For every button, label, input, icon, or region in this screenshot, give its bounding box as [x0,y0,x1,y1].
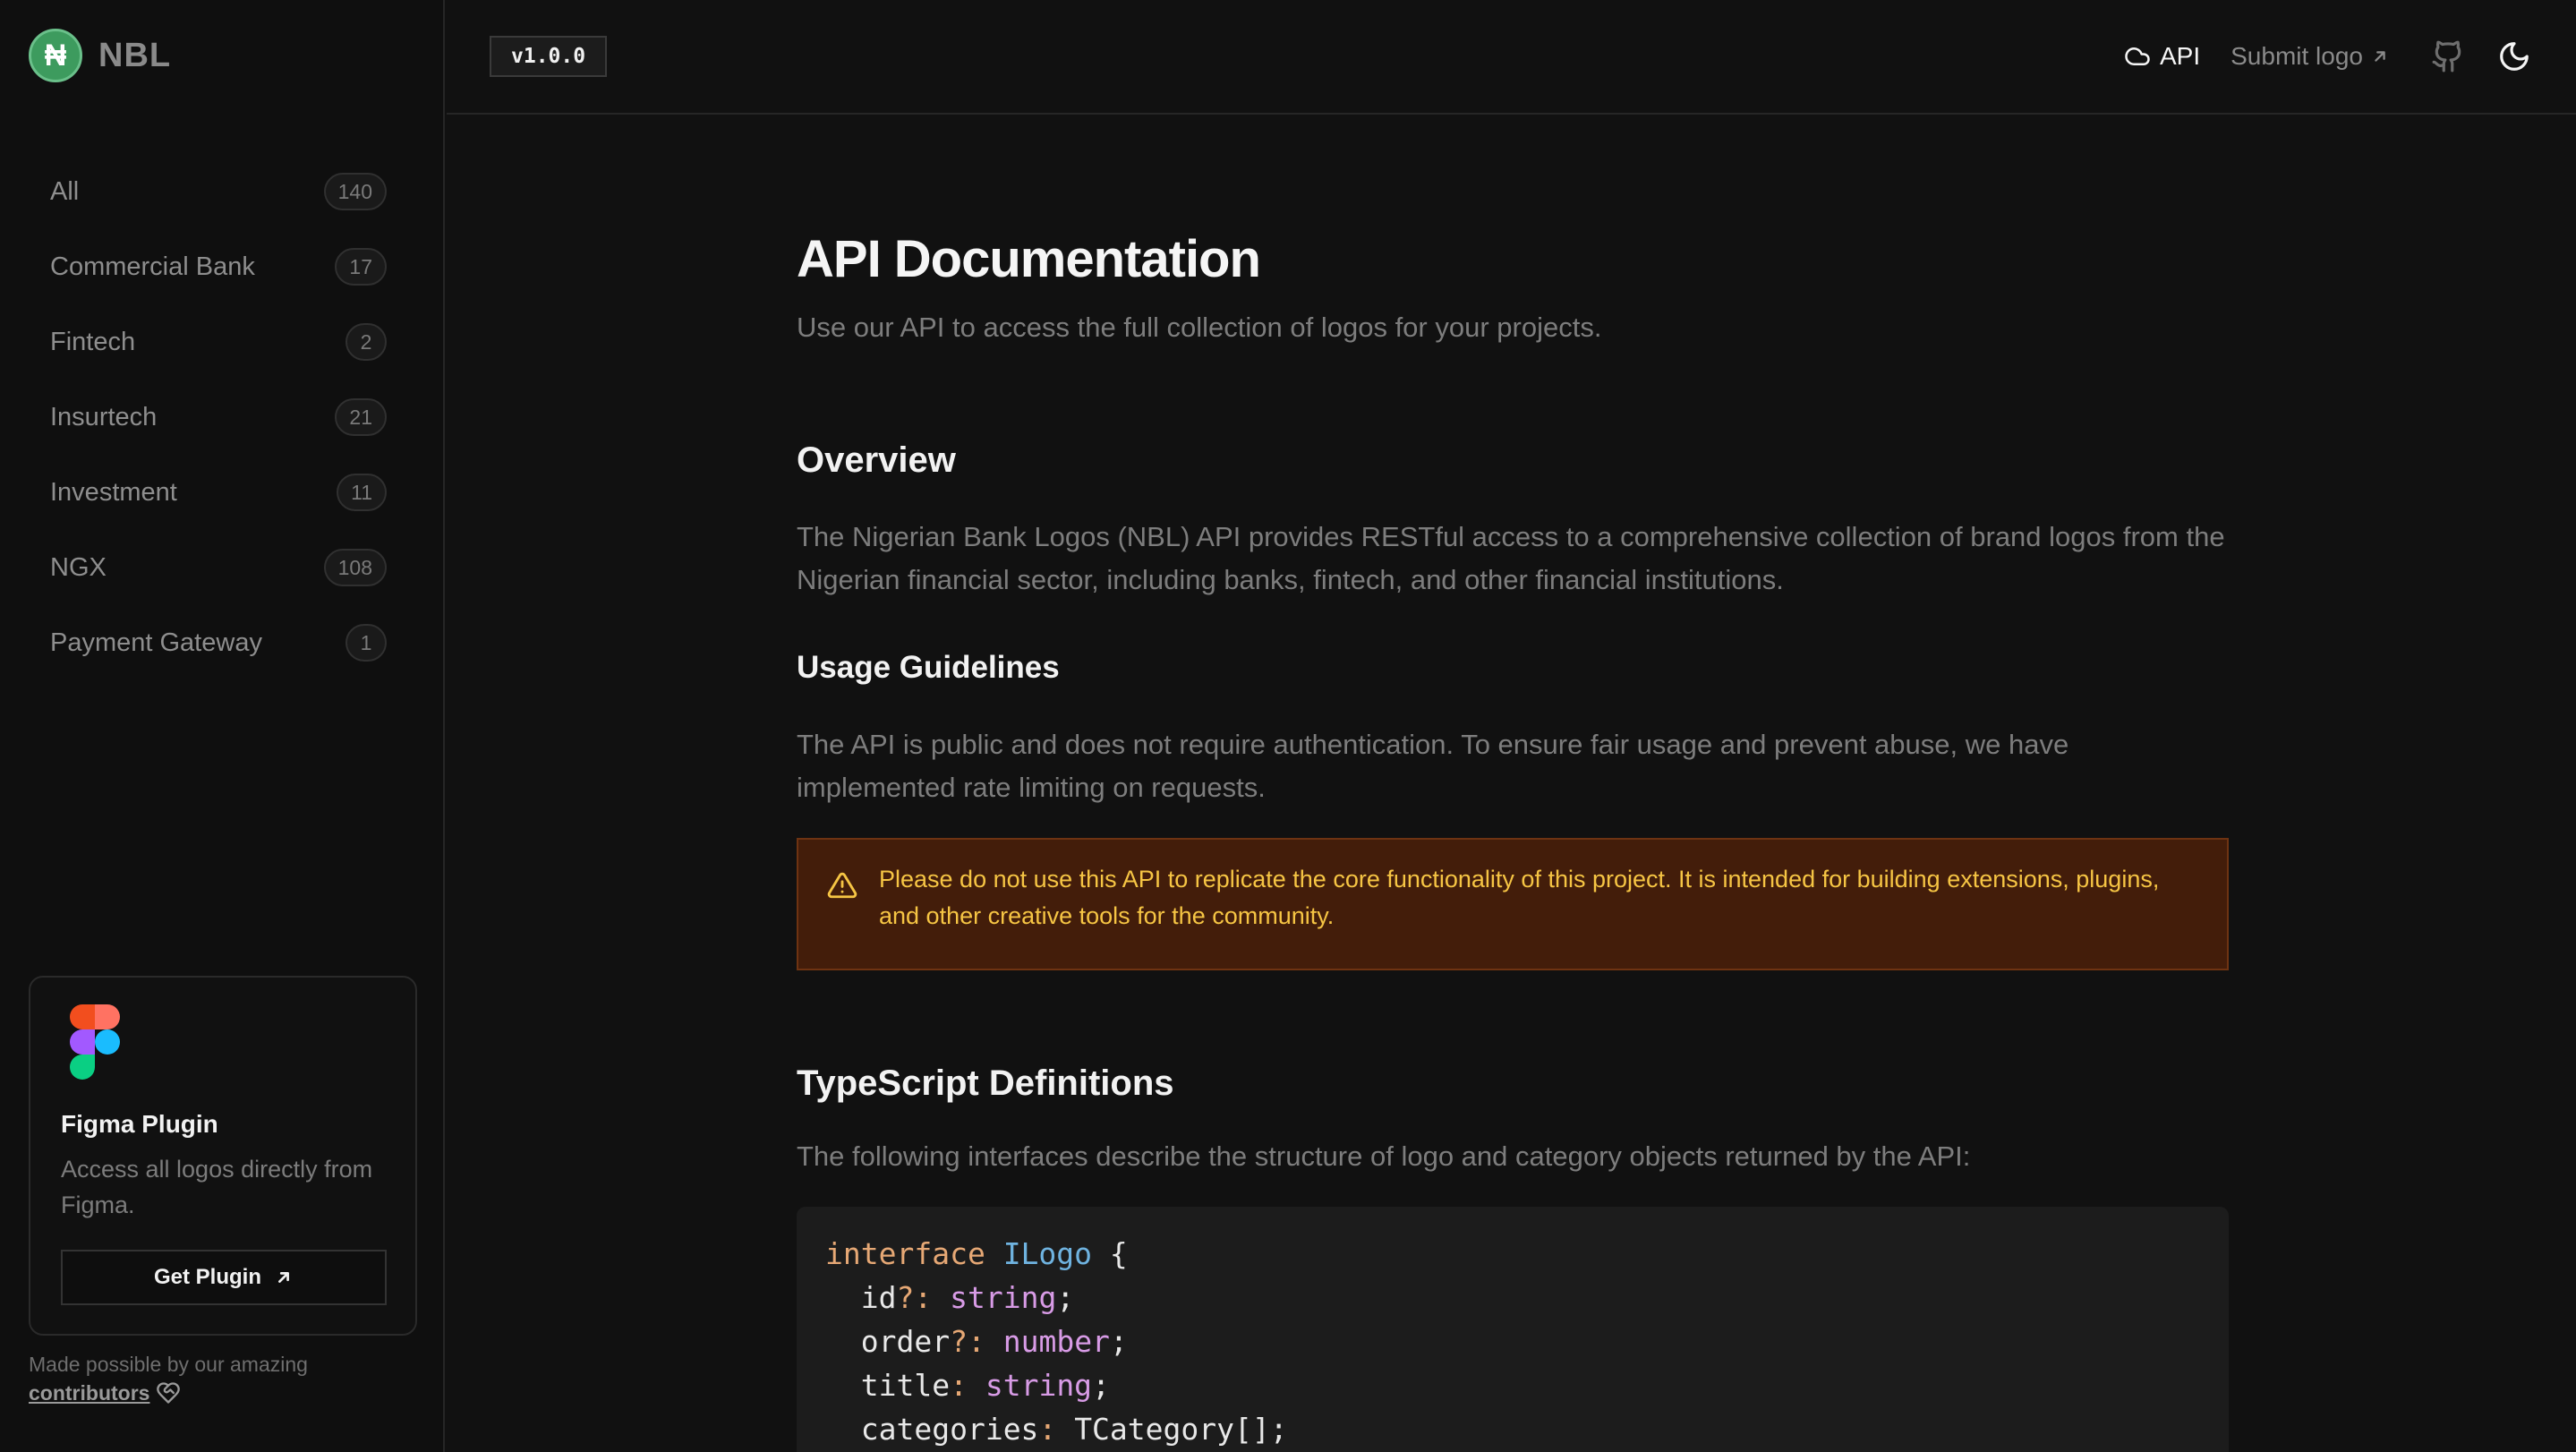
contributors-label: contributors [29,1381,150,1405]
code-line: interface ILogo { [825,1232,2200,1276]
category-label: NGX [50,552,107,582]
category-count-badge: 21 [335,398,387,436]
code-terminator: ; [1056,1280,1075,1315]
brand-name: NBL [98,36,172,74]
sidebar-item-insurtech[interactable]: Insurtech 21 [21,380,403,455]
category-count-badge: 108 [323,549,387,586]
code-field-name: categories [860,1412,1039,1447]
ts-definitions-heading: TypeScript Definitions [797,1063,1174,1103]
category-label: Fintech [50,327,136,356]
category-count-badge: 2 [345,323,387,361]
ts-definitions-text: The following interfaces describe the st… [797,1140,1971,1172]
get-plugin-button[interactable]: Get Plugin [61,1250,387,1305]
sidebar-item-fintech[interactable]: Fintech 2 [21,304,403,380]
code-interface-name: ILogo [1002,1236,1093,1271]
category-count-badge: 140 [323,173,387,210]
plugin-description: Access all logos directly from Figma. [61,1156,373,1218]
api-link[interactable]: API [2124,42,2200,71]
github-icon [2432,40,2461,73]
top-nav: API Submit logo [2124,34,2537,79]
contributors-link[interactable]: contributors [29,1379,182,1407]
sidebar-item-ngx[interactable]: NGX 108 [21,530,403,605]
sidebar-item-commercial-bank[interactable]: Commercial Bank 17 [21,229,403,304]
code-block[interactable]: interface ILogo { id?: string; order?: n… [797,1207,2229,1452]
figma-plugin-card: Figma Plugin Access all logos directly f… [29,976,417,1336]
code-open-brace: { [1092,1236,1128,1271]
sidebar-item-investment[interactable]: Investment 11 [21,455,403,530]
plugin-title: Figma Plugin [61,1110,218,1138]
code-field-type: TCategory[] [1074,1412,1270,1447]
external-arrow-icon [278,1272,289,1283]
credits: Made possible by our amazing contributor… [29,1350,308,1407]
code-separator: : [950,1368,968,1403]
sidebar-item-payment-gateway[interactable]: Payment Gateway 1 [21,605,403,680]
page-lead: Use our API to access the full collectio… [797,312,1602,343]
category-label: Investment [50,477,177,507]
warning-triangle-icon [827,872,857,899]
code-field-name: order [860,1324,951,1359]
category-count-badge: 17 [335,248,387,286]
category-label: Insurtech [50,402,158,431]
code-field-type: string [950,1280,1057,1315]
top-bar: v1.0.0 API Submit logo [447,0,2576,115]
brand[interactable]: ₦ NBL [29,29,171,82]
code-separator: ?: [896,1280,933,1315]
code-field-type: string [985,1368,1093,1403]
code-keyword: interface [825,1236,985,1271]
github-button[interactable] [2426,34,2470,79]
category-count-badge: 1 [345,624,387,662]
api-label: API [2159,42,2201,70]
sidebar: ₦ NBL All 140 Commercial Bank 17 Fintech… [0,0,445,1452]
figma-logo-icon [70,1004,120,1080]
warning-text: Please do not use this API to replicate … [879,866,2160,929]
code-field-name: title [860,1368,951,1403]
code-line: id?: string; [825,1276,2200,1320]
usage-heading: Usage Guidelines [797,650,1060,685]
moon-icon [2500,42,2529,71]
overview-heading: Overview [797,440,956,480]
cloud-icon [2125,47,2150,65]
external-arrow-icon [2375,51,2385,62]
theme-toggle-button[interactable] [2492,34,2537,79]
category-label: Commercial Bank [50,252,255,281]
code-separator: ?: [950,1324,985,1359]
heart-handshake-icon [157,1382,181,1404]
code-terminator: ; [1269,1412,1288,1447]
naira-logo-icon: ₦ [29,29,82,82]
category-label: Payment Gateway [50,628,262,657]
submit-logo-label: Submit logo [2231,42,2363,70]
usage-text: The API is public and does not require a… [797,729,2069,803]
warning-callout: Please do not use this API to replicate … [797,838,2229,970]
category-count-badge: 11 [337,474,387,511]
submit-logo-link[interactable]: Submit logo [2231,42,2390,71]
category-label: All [50,176,80,206]
code-line: order?: number; [825,1320,2200,1363]
category-list: All 140 Commercial Bank 17 Fintech 2 Ins… [21,154,403,680]
credits-text: Made possible by our amazing [29,1353,308,1376]
code-line: categories: TCategory[]; [825,1407,2200,1451]
code-terminator: ; [1109,1324,1128,1359]
code-field-name: id [860,1280,897,1315]
get-plugin-label: Get Plugin [154,1265,261,1289]
code-terminator: ; [1092,1368,1110,1403]
code-separator: : [1038,1412,1057,1447]
sidebar-item-all[interactable]: All 140 [21,154,403,229]
overview-text: The Nigerian Bank Logos (NBL) API provid… [797,521,2225,595]
code-line: title: string; [825,1363,2200,1407]
page-title: API Documentation [797,230,1261,288]
version-badge: v1.0.0 [490,36,608,77]
code-field-type: number [1002,1324,1110,1359]
